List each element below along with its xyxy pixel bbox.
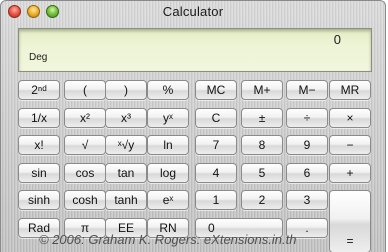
hyperbolic-sine-button[interactable]: sinh: [18, 190, 60, 210]
pi-button[interactable]: π: [64, 218, 106, 238]
add-button[interactable]: +: [329, 163, 371, 183]
digit-2-button[interactable]: 2: [241, 190, 283, 210]
power-button[interactable]: yˣ: [147, 108, 189, 128]
memory-recall-button[interactable]: MR: [329, 80, 371, 100]
hyperbolic-tangent-button[interactable]: tanh: [105, 190, 147, 210]
equals-button[interactable]: =: [329, 190, 371, 252]
log-button[interactable]: log: [147, 163, 189, 183]
multiply-button[interactable]: ×: [329, 108, 371, 128]
decimal-point-button[interactable]: .: [286, 218, 328, 238]
hyperbolic-cosine-button[interactable]: cosh: [64, 190, 106, 210]
cosine-button[interactable]: cos: [64, 163, 106, 183]
divide-button[interactable]: ÷: [286, 108, 328, 128]
tangent-button[interactable]: tan: [105, 163, 147, 183]
sine-button[interactable]: sin: [18, 163, 60, 183]
angle-mode-indicator: Deg: [29, 52, 48, 63]
square-button[interactable]: x²: [64, 108, 106, 128]
factorial-button[interactable]: x!: [18, 135, 60, 155]
second-function-button[interactable]: 2ⁿᵈ: [18, 80, 60, 100]
reciprocal-button[interactable]: 1/x: [18, 108, 60, 128]
exponent-entry-button[interactable]: EE: [105, 218, 147, 238]
digit-6-button[interactable]: 6: [286, 163, 328, 183]
clear-button[interactable]: C: [195, 108, 237, 128]
random-number-button[interactable]: RN: [147, 218, 189, 238]
display-value: 0: [333, 32, 341, 47]
title-bar[interactable]: Calculator: [1, 1, 385, 23]
digit-1-button[interactable]: 1: [195, 190, 237, 210]
subtract-button[interactable]: −: [329, 135, 371, 155]
calculator-display: 0 Deg: [18, 28, 372, 72]
digit-8-button[interactable]: 8: [241, 135, 283, 155]
square-root-button[interactable]: √: [64, 135, 106, 155]
percent-button[interactable]: %: [147, 80, 189, 100]
memory-subtract-button[interactable]: M−: [286, 80, 328, 100]
radian-mode-button[interactable]: Rad: [18, 218, 60, 238]
memory-add-button[interactable]: M+: [241, 80, 283, 100]
nth-root-button[interactable]: ˣ√y: [105, 135, 147, 155]
digit-3-button[interactable]: 3: [286, 190, 328, 210]
cube-button[interactable]: x³: [105, 108, 147, 128]
memory-clear-button[interactable]: MC: [195, 80, 237, 100]
plus-minus-button[interactable]: ±: [241, 108, 283, 128]
digit-0-button[interactable]: 0: [195, 218, 283, 238]
exponential-button[interactable]: eˣ: [147, 190, 189, 210]
window-title: Calculator: [162, 4, 224, 19]
open-paren-button[interactable]: (: [64, 80, 106, 100]
digit-5-button[interactable]: 5: [241, 163, 283, 183]
natural-log-button[interactable]: ln: [147, 135, 189, 155]
calculator-window: Calculator 0 Deg 2ⁿᵈ ( ) % MC M+ M− MR 1…: [0, 0, 386, 252]
close-paren-button[interactable]: ): [105, 80, 147, 100]
digit-9-button[interactable]: 9: [286, 135, 328, 155]
digit-4-button[interactable]: 4: [195, 163, 237, 183]
digit-7-button[interactable]: 7: [195, 135, 237, 155]
